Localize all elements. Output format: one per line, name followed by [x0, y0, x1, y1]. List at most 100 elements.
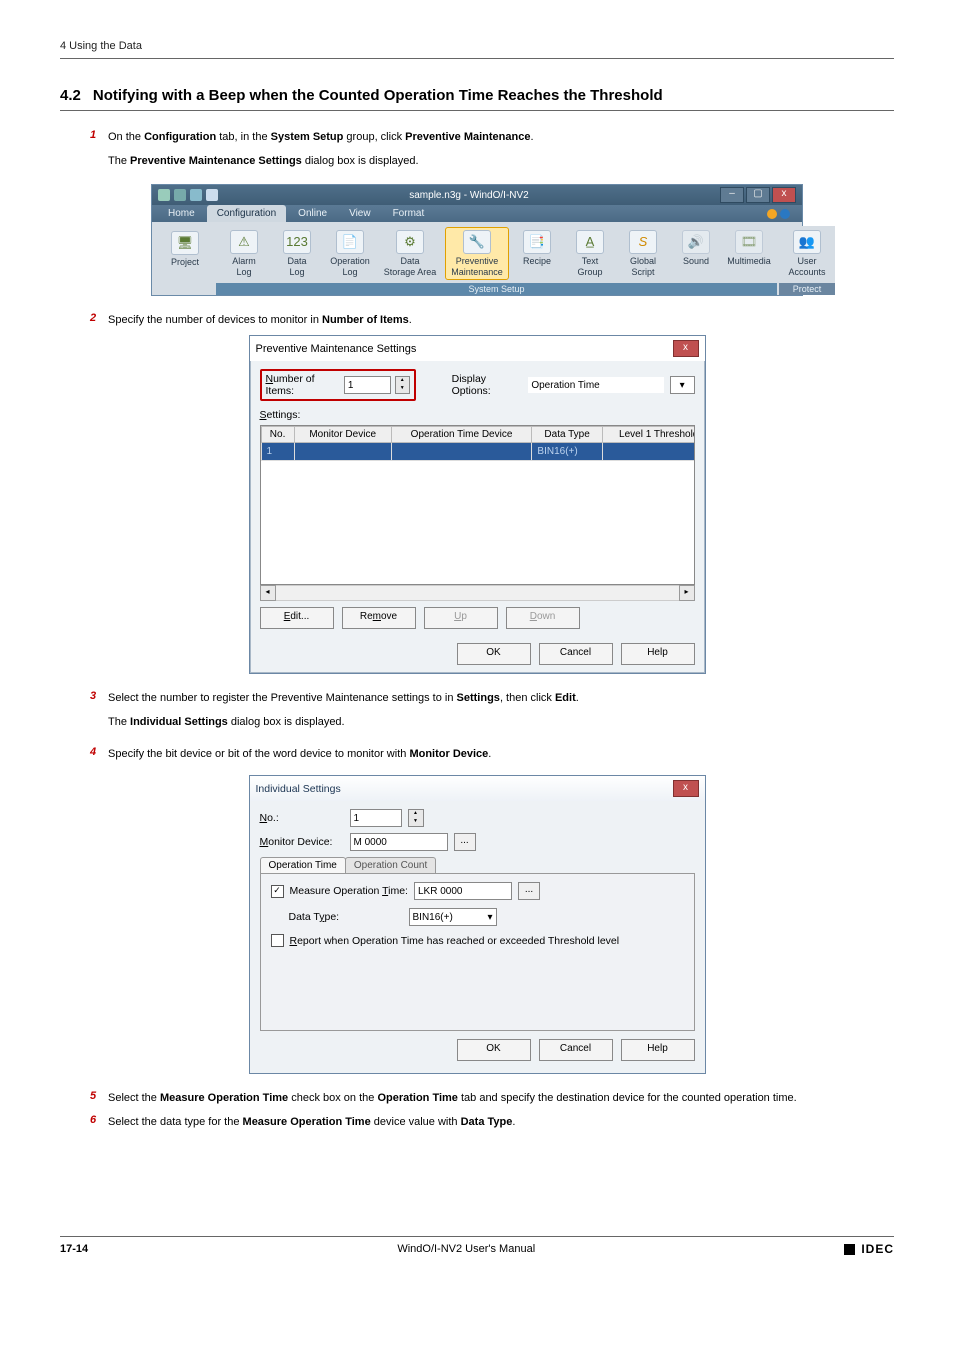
down-button[interactable]: Down: [506, 607, 580, 629]
cancel-button[interactable]: Cancel: [539, 1039, 613, 1061]
step-4-text: Specify the bit device or bit of the wor…: [108, 746, 894, 764]
step-1-text: On the Configuration tab, in the System …: [108, 129, 894, 147]
ribbon-label: Data Log: [287, 256, 306, 277]
spinner-down[interactable]: ▼: [396, 385, 409, 393]
col-monitor-device[interactable]: Monitor Device: [294, 427, 391, 443]
monitor-device-input[interactable]: M 0000: [350, 833, 448, 851]
style-icon[interactable]: [767, 209, 777, 219]
text-bold: Settings: [457, 692, 500, 704]
spinner[interactable]: ▲▼: [395, 376, 410, 394]
measure-operation-time-label: Measure Operation Time:: [290, 885, 408, 897]
ok-button[interactable]: OK: [457, 1039, 531, 1061]
monitor-device-browse-button[interactable]: ...: [454, 833, 476, 851]
edit-button[interactable]: Edit...: [260, 607, 334, 629]
report-threshold-checkbox[interactable]: [271, 934, 284, 947]
page-footer: 17-14 WindO/I-NV2 User's Manual IDEC: [60, 1236, 894, 1256]
scroll-right[interactable]: ▸: [679, 585, 695, 601]
display-options-value: Operation Time: [528, 377, 664, 393]
script-icon: S: [629, 230, 657, 254]
step-6-text: Select the data type for the Measure Ope…: [108, 1114, 894, 1132]
spinner-up[interactable]: ▲: [409, 810, 423, 818]
ribbon-label: Project: [171, 257, 199, 267]
tab-configuration[interactable]: Configuration: [207, 205, 286, 222]
ribbon-label: Data Storage Area: [384, 256, 437, 277]
help-button[interactable]: Help: [621, 1039, 695, 1061]
text-bold: Number of Items: [322, 314, 409, 326]
ribbon-preventive-maintenance[interactable]: 🔧Preventive Maintenance: [445, 227, 509, 280]
tab-operation-time[interactable]: Operation Time: [260, 857, 346, 873]
ribbon-user-accounts[interactable]: 👥User Accounts: [782, 227, 832, 280]
col-data-type[interactable]: Data Type: [532, 427, 602, 443]
ok-button[interactable]: OK: [457, 643, 531, 665]
close-button[interactable]: x: [772, 187, 796, 203]
tab-view[interactable]: View: [339, 205, 381, 222]
close-button[interactable]: x: [673, 780, 699, 797]
ribbon-recipe[interactable]: 📑Recipe: [512, 227, 562, 280]
help-icon[interactable]: [780, 209, 790, 219]
step-6-number: 6: [90, 1114, 108, 1126]
ribbon-label: Preventive Maintenance: [451, 256, 503, 277]
text: On the: [108, 131, 144, 143]
text: .: [530, 131, 533, 143]
scroll-left[interactable]: ◂: [260, 585, 276, 601]
minimize-button[interactable]: –: [720, 187, 744, 203]
ribbon-global-script[interactable]: SGlobal Script: [618, 227, 668, 280]
ribbon-label: Alarm Log: [232, 256, 256, 277]
text: tab and specify the destination device f…: [458, 1092, 797, 1104]
spinner-up[interactable]: ▲: [396, 377, 409, 385]
ribbon-label: Global Script: [630, 256, 656, 277]
spinner[interactable]: ▲▼: [408, 809, 424, 827]
text: group, click: [343, 131, 405, 143]
text: tab, in the: [216, 131, 270, 143]
text: Specify the bit device or bit of the wor…: [108, 748, 409, 760]
cancel-button[interactable]: Cancel: [539, 643, 613, 665]
display-options-dropdown[interactable]: ▾: [670, 376, 695, 394]
scrollbar-track[interactable]: [276, 585, 679, 601]
step-3-number: 3: [90, 690, 108, 702]
tab-online[interactable]: Online: [288, 205, 337, 222]
close-button[interactable]: x: [673, 340, 699, 357]
ribbon-operation-log[interactable]: 📄Operation Log: [325, 227, 375, 280]
qat-icon[interactable]: [190, 189, 202, 201]
help-button[interactable]: Help: [621, 643, 695, 665]
ribbon-project[interactable]: 🖥Project: [160, 228, 210, 270]
text: dialog box is displayed.: [302, 155, 419, 167]
text: .: [512, 1116, 515, 1128]
col-operation-time-device[interactable]: Operation Time Device: [391, 427, 532, 443]
ribbon-data-log[interactable]: 123 Data Log: [272, 227, 322, 280]
ribbon-data-storage[interactable]: ⚙Data Storage Area: [378, 227, 442, 280]
settings-table[interactable]: No. Monitor Device Operation Time Device…: [260, 425, 695, 585]
ribbon-multimedia[interactable]: 🎞Multimedia: [724, 227, 774, 280]
measure-operation-time-checkbox[interactable]: ✓: [271, 885, 284, 898]
cell-monitor: [294, 443, 391, 461]
ribbon-alarm-log[interactable]: ⚠Alarm Log: [219, 227, 269, 280]
no-input[interactable]: 1: [350, 809, 402, 827]
text-bold: Measure Operation Time: [160, 1092, 288, 1104]
operation-time-panel: ✓ Measure Operation Time: LKR 0000 ... D…: [260, 873, 695, 1031]
measure-operation-time-browse-button[interactable]: ...: [518, 882, 540, 900]
col-no[interactable]: No.: [261, 427, 294, 443]
table-row[interactable]: 1 BIN16(+): [261, 443, 695, 461]
tab-home[interactable]: Home: [158, 205, 205, 222]
tab-operation-count[interactable]: Operation Count: [345, 857, 436, 873]
spinner-down[interactable]: ▼: [409, 818, 423, 826]
up-button[interactable]: Up: [424, 607, 498, 629]
data-log-icon: 123: [283, 230, 311, 254]
ribbon-sound[interactable]: 🔊Sound: [671, 227, 721, 280]
text-bold: Operation Time: [377, 1092, 457, 1104]
number-of-items-input[interactable]: 1: [344, 376, 391, 394]
chevron-down-icon: ▾: [487, 912, 492, 923]
qat-icon[interactable]: [206, 189, 218, 201]
col-level1-threshold[interactable]: Level 1 Threshold: [602, 427, 694, 443]
qat-icon[interactable]: [174, 189, 186, 201]
step-2-text: Specify the number of devices to monitor…: [108, 312, 894, 330]
ribbon-text-group[interactable]: A̲Text Group: [565, 227, 615, 280]
section-number: 4.2: [60, 87, 81, 104]
remove-button[interactable]: Remove: [342, 607, 416, 629]
tab-format[interactable]: Format: [383, 205, 435, 222]
maximize-button[interactable]: ▢: [746, 187, 770, 203]
individual-settings-dialog: Individual Settings x No.: 1 ▲▼ Monitor …: [249, 775, 706, 1074]
data-type-dropdown[interactable]: BIN16(+)▾: [409, 908, 497, 926]
text: The: [108, 716, 130, 728]
measure-operation-time-input[interactable]: LKR 0000: [414, 882, 512, 900]
